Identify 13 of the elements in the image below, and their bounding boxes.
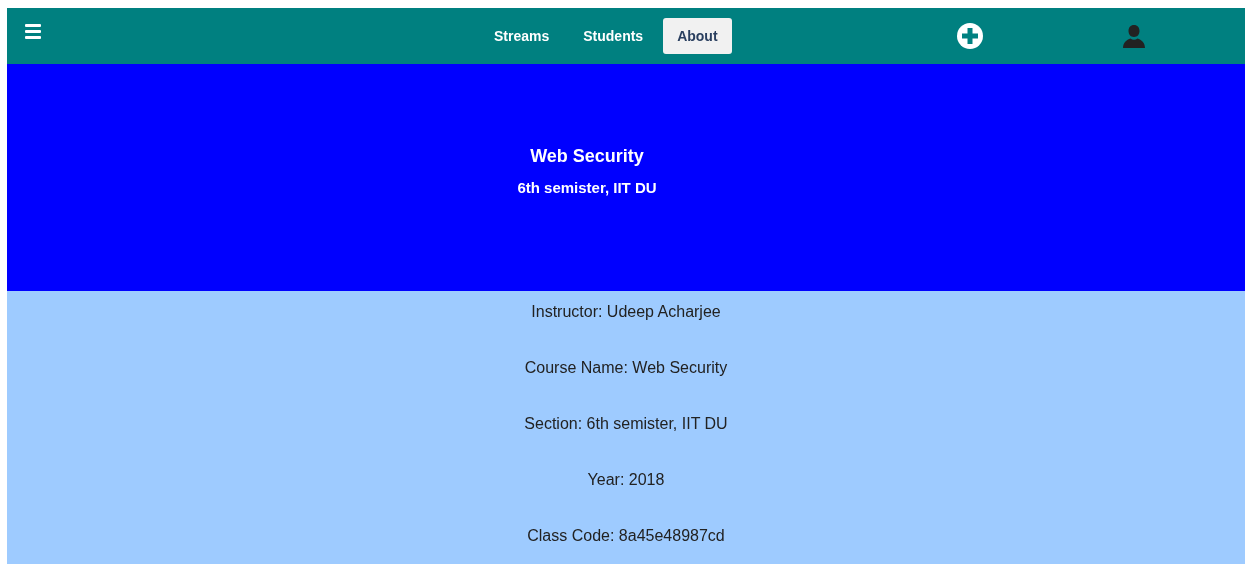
- add-icon[interactable]: [955, 22, 984, 50]
- user-icon[interactable]: [1121, 24, 1146, 48]
- detail-text: Course Name: Web Security: [523, 359, 729, 377]
- detail-text: Section: 6th semister, IIT DU: [523, 415, 729, 433]
- nav-tab[interactable]: Streams: [480, 18, 564, 54]
- detail-text: Year: 2018: [586, 471, 666, 489]
- course-subtitle: 6th semister, IIT DU: [517, 178, 657, 196]
- menu-icon[interactable]: [25, 23, 41, 39]
- detail-text: Instructor: Udeep Acharjee: [530, 303, 722, 321]
- nav-tab[interactable]: About: [663, 18, 732, 54]
- course-title: Web Security: [530, 145, 644, 167]
- nav-tab[interactable]: Students: [569, 18, 658, 54]
- detail-text: Class Code: 8a45e48987cd: [526, 527, 726, 545]
